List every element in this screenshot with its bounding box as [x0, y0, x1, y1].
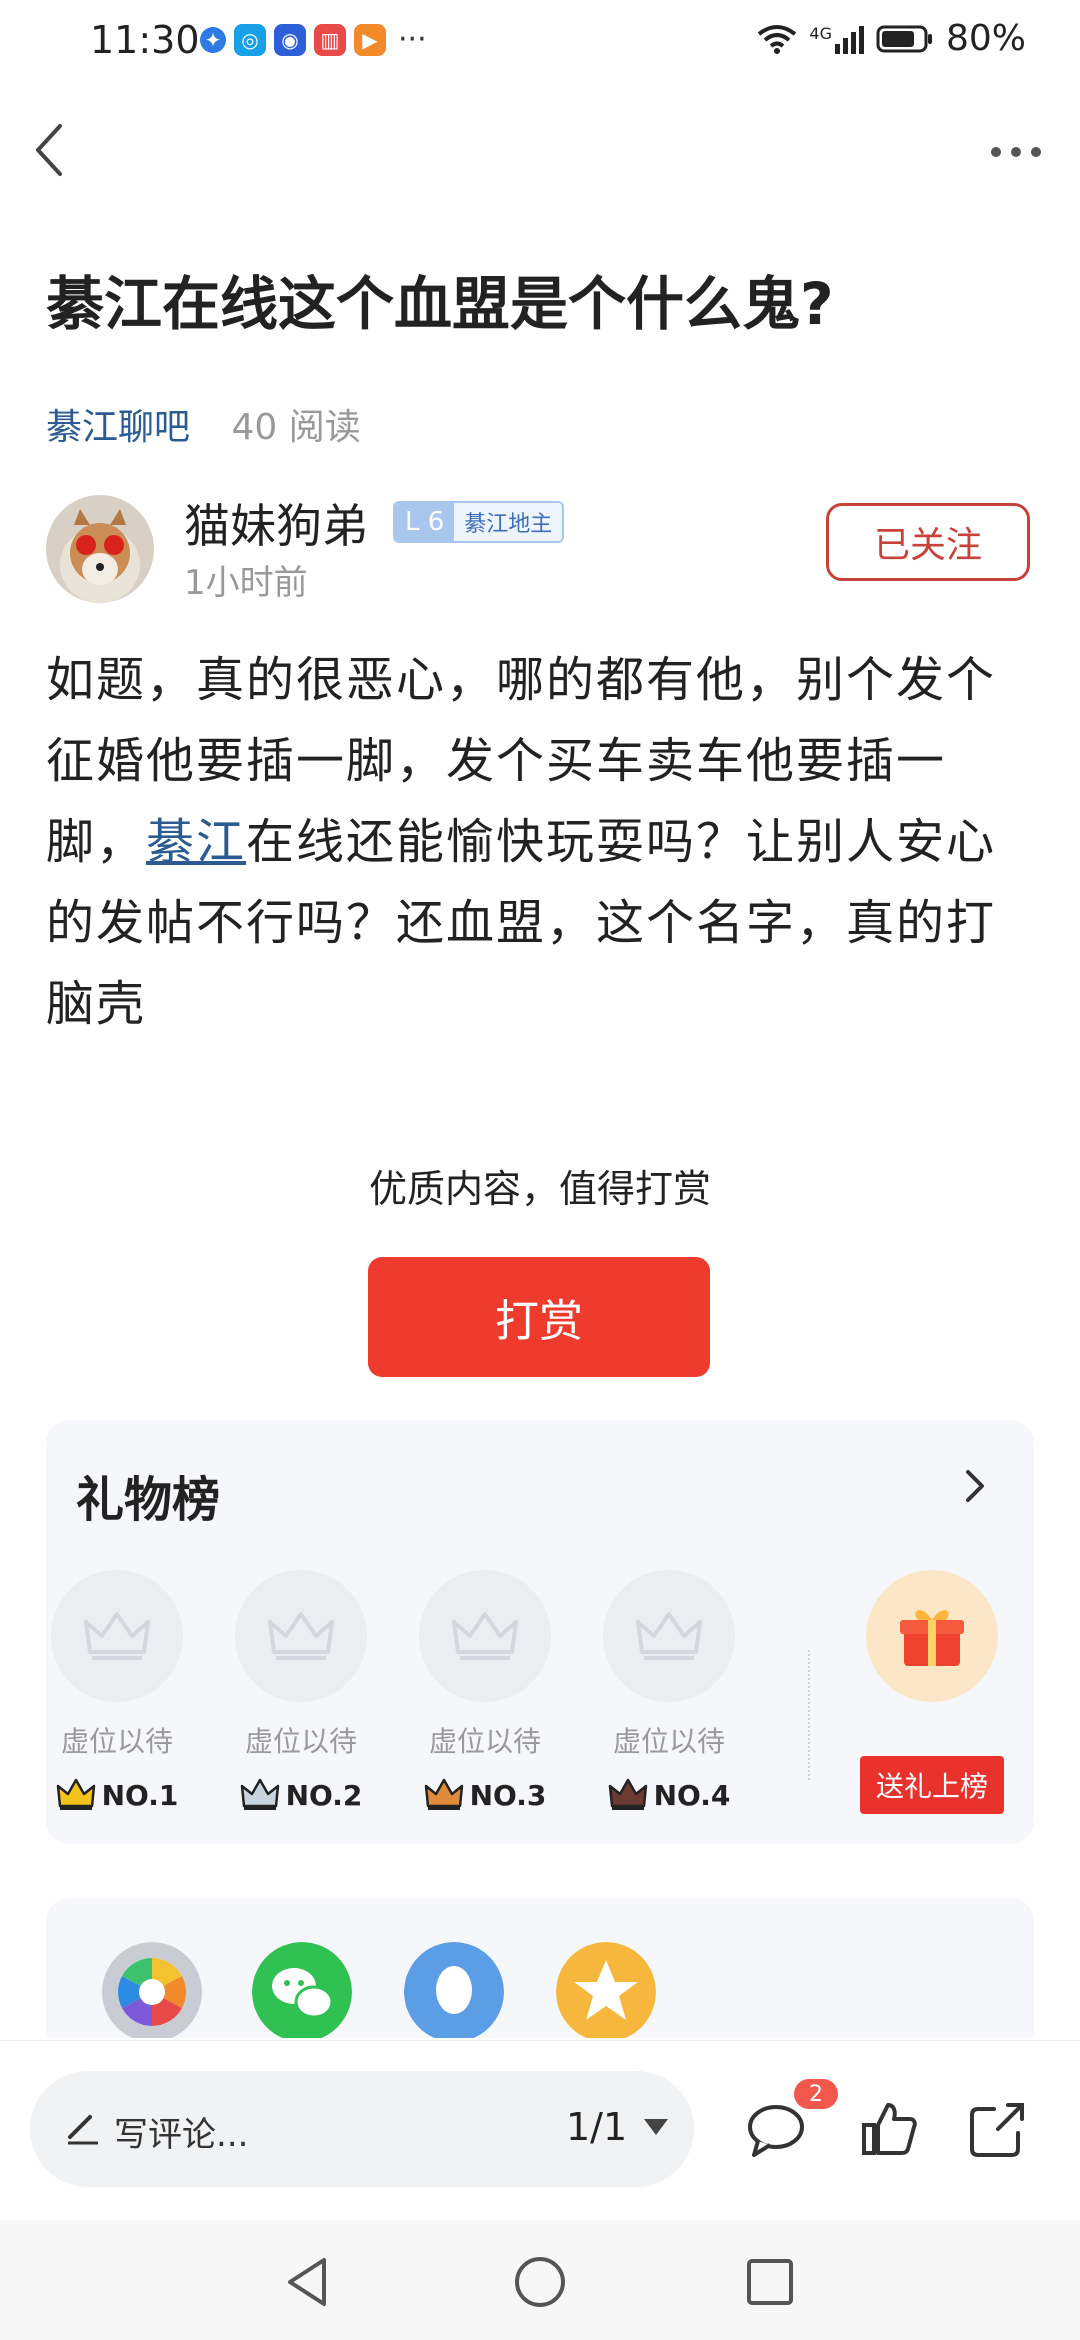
comment-placeholder: 写评论... — [114, 2115, 249, 2155]
system-navigation-bar — [0, 2220, 1080, 2340]
qq-icon[interactable] — [404, 1942, 504, 2038]
pen-icon — [68, 2115, 98, 2145]
battery-percent: 80% — [945, 18, 1026, 59]
system-back-icon[interactable] — [280, 2254, 336, 2310]
search-app-icon: ◎ — [234, 23, 266, 56]
gift-divider — [808, 1650, 810, 1780]
gift-board: 礼物榜 虚位以待 NO.1 虚位以待 NO.2 虚位以待 NO.3 虚位以待 NO.4 送礼上… — [46, 1420, 1034, 1844]
empty-crown-icon — [235, 1570, 367, 1702]
level-badge: L 6 綦江地主 — [393, 501, 565, 543]
post-body: 如题，真的很恶心，哪的都有他，别个发个征婚他要插一脚，发个买车卖车他要插一脚，綦… — [46, 640, 1036, 1045]
empty-crown-icon — [603, 1570, 735, 1702]
author-avatar[interactable] — [46, 495, 154, 603]
qzone-icon[interactable] — [556, 1942, 656, 2038]
slot-label: 虚位以待 — [612, 1725, 725, 1758]
back-arrow-icon[interactable] — [26, 120, 76, 180]
post-meta: 綦江聊吧 40 阅读 — [46, 398, 361, 450]
reward-button[interactable]: 打赏 — [368, 1257, 710, 1377]
rank-crown-icon — [608, 1778, 647, 1810]
book-app-icon: ▥ — [314, 23, 346, 56]
comment-count-badge: 2 — [794, 2079, 838, 2109]
caret-down-icon[interactable] — [644, 2119, 668, 2135]
level-label: L 6 — [395, 503, 455, 541]
reward-prompt: 优质内容，值得打赏 — [368, 1167, 711, 1211]
follow-button[interactable]: 已关注 — [826, 503, 1030, 581]
read-count: 40 阅读 — [231, 407, 361, 448]
rank-number: NO.4 — [653, 1778, 731, 1812]
gift-slot[interactable]: 虚位以待 NO.4 — [602, 1570, 736, 1812]
rank-number: NO.3 — [469, 1778, 547, 1812]
author-name[interactable]: 猫妹狗弟 — [184, 490, 368, 556]
bottom-toolbar: 写评论... 1/1 2 — [0, 2040, 1080, 2221]
bulb-app-icon: ◉ — [274, 23, 306, 56]
rank-crown-icon — [56, 1778, 95, 1810]
wechat-icon[interactable] — [252, 1942, 352, 2038]
system-recents-icon[interactable] — [742, 2254, 798, 2310]
gift-slot[interactable]: 虚位以待 NO.3 — [418, 1570, 552, 1812]
battery-icon — [876, 25, 932, 52]
slot-label: 虚位以待 — [428, 1725, 541, 1758]
post-title: 綦江在线这个血盟是个什么鬼? — [46, 270, 834, 338]
rank-crown-icon — [240, 1778, 279, 1810]
slot-rank: NO.2 — [234, 1778, 368, 1812]
post-time: 1小时前 — [184, 563, 308, 603]
video-app-icon: ▶ — [354, 23, 386, 56]
page-indicator[interactable]: 1/1 — [566, 2105, 627, 2149]
share-icon[interactable] — [964, 2097, 1028, 2161]
system-home-icon[interactable] — [512, 2254, 568, 2310]
wifi-icon — [758, 24, 797, 54]
status-more: ··· — [398, 22, 427, 57]
slot-rank: NO.1 — [50, 1778, 184, 1812]
comment-input[interactable]: 写评论... 1/1 — [30, 2071, 694, 2187]
chevron-right-icon[interactable] — [960, 1464, 990, 1508]
forum-link[interactable]: 綦江聊吧 — [46, 407, 190, 448]
slot-rank: NO.4 — [602, 1778, 736, 1812]
status-notification-icons: ✦ ◎ ◉ ▥ ▶ ··· — [200, 22, 427, 57]
body-link[interactable]: 綦江 — [146, 814, 246, 870]
gift-box-icon[interactable] — [866, 1570, 998, 1702]
rank-crown-icon — [424, 1778, 463, 1810]
send-gift-button[interactable]: 送礼上榜 — [860, 1756, 1004, 1814]
empty-crown-icon — [419, 1570, 551, 1702]
network-type: 4G — [809, 23, 832, 43]
rank-number: NO.2 — [285, 1778, 363, 1812]
empty-crown-icon — [51, 1570, 183, 1702]
browser-app-icon: ✦ — [200, 26, 226, 53]
rank-label: 綦江地主 — [454, 503, 563, 541]
rank-number: NO.1 — [101, 1778, 179, 1812]
gift-board-title: 礼物榜 — [76, 1472, 221, 1528]
gift-slot[interactable]: 虚位以待 NO.1 — [50, 1570, 184, 1812]
share-card — [46, 1898, 1034, 2038]
signal-icon — [834, 25, 864, 54]
status-bar: 11:30 ✦ ◎ ◉ ▥ ▶ ··· 4G 80% — [0, 0, 1080, 84]
comment-icon[interactable] — [744, 2097, 808, 2161]
slot-label: 虚位以待 — [60, 1725, 173, 1758]
like-icon[interactable] — [858, 2097, 922, 2161]
slot-rank: NO.3 — [418, 1778, 552, 1812]
status-time: 11:30 — [90, 18, 200, 62]
gift-slot[interactable]: 虚位以待 NO.2 — [234, 1570, 368, 1812]
status-right: 4G 80% — [757, 18, 1026, 59]
slot-label: 虚位以待 — [244, 1725, 357, 1758]
more-options-icon[interactable] — [986, 132, 1046, 172]
camera-share-icon[interactable] — [102, 1942, 202, 2038]
